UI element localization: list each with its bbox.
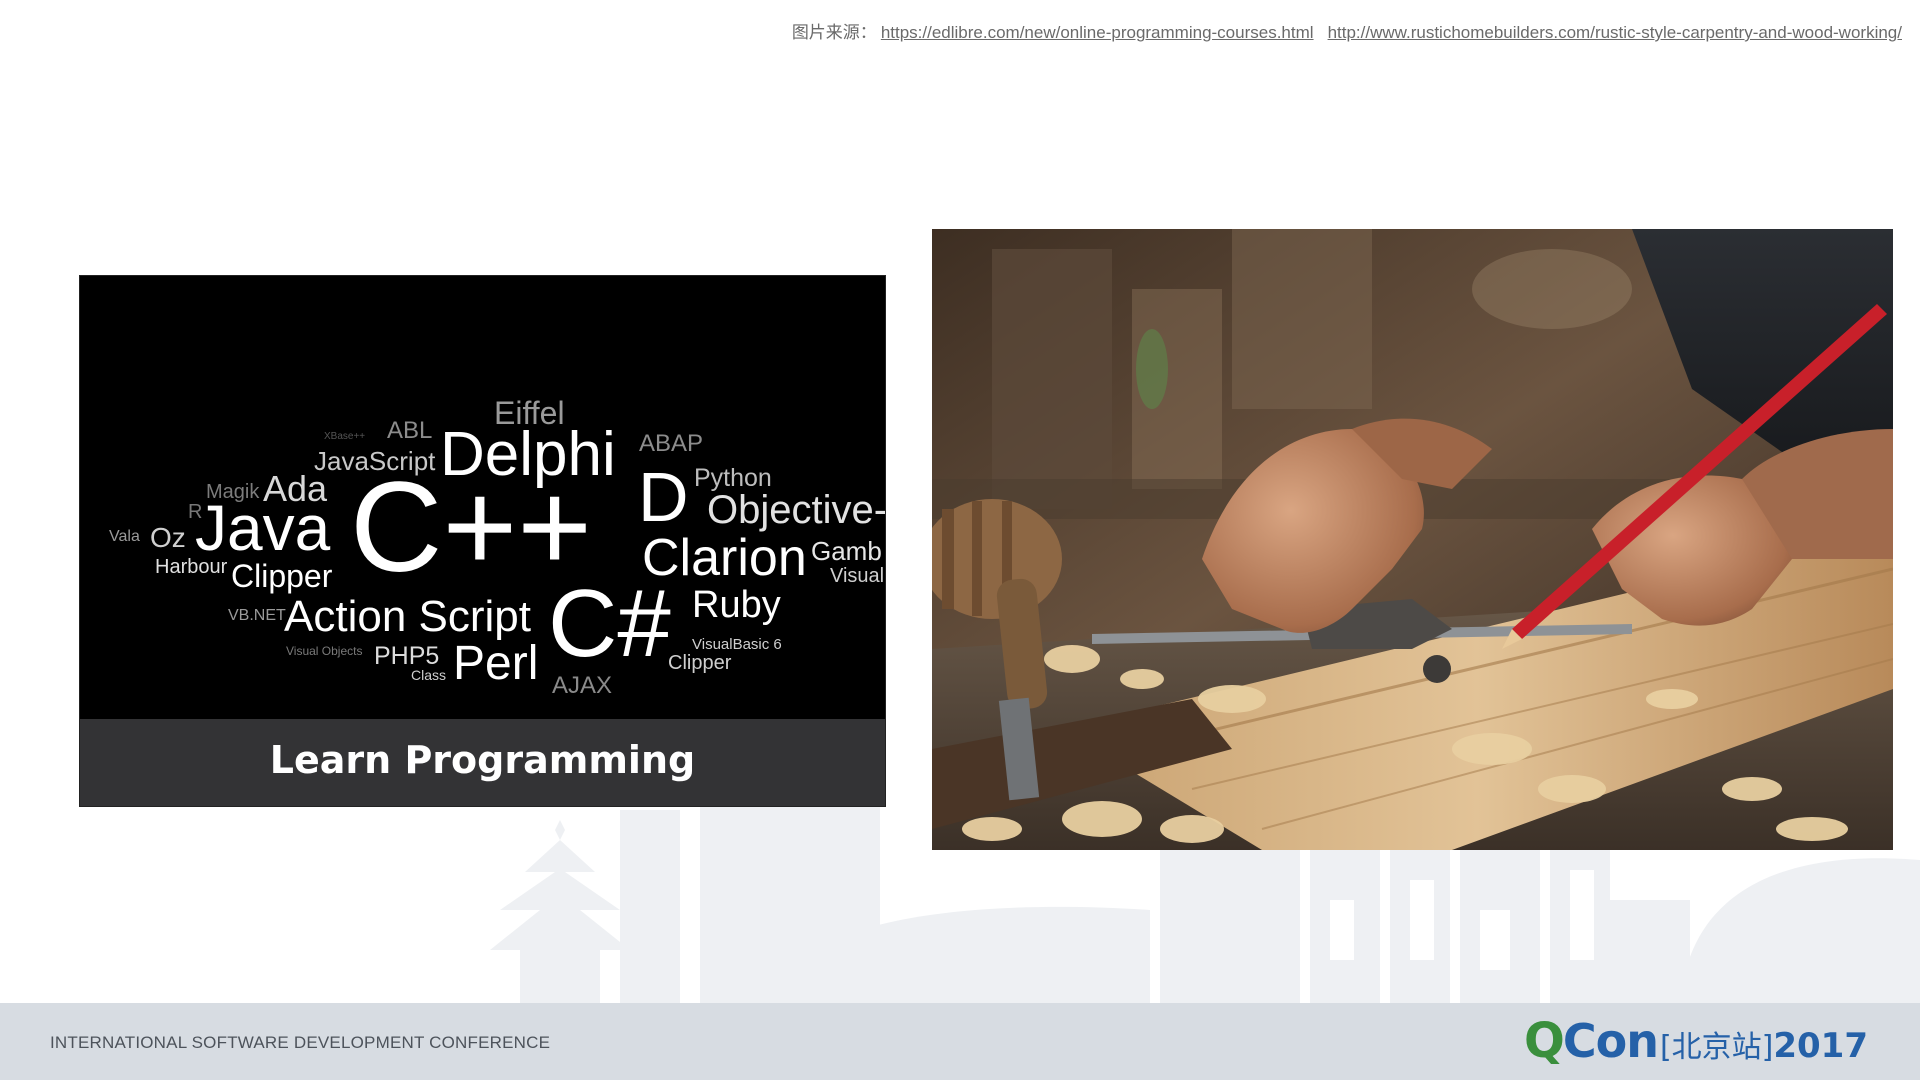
learn-programming-caption: Learn Programming [80,719,885,806]
word-csharp: C# [548,570,671,677]
word-vbnet: VB.NET [228,607,286,624]
word-abl: ABL [387,417,433,444]
conference-footer: INTERNATIONAL SOFTWARE DEVELOPMENT CONFE… [0,1003,1920,1080]
word-java: Java [195,492,331,564]
word-actionscript: Action Script [284,592,531,641]
word-objective: Objective- [707,488,885,532]
word-oz: Oz [150,522,186,553]
word-vala: Vala [109,528,140,545]
carpentry-photo [932,229,1893,850]
word-abap: ABAP [639,430,704,457]
word-xbase: XBase++ [324,431,366,442]
word-class: Class [411,667,447,683]
source-link-rustichomebuilders[interactable]: http://www.rustichomebuilders.com/rustic… [1328,23,1902,42]
word-clipper-small: Clipper [668,652,732,674]
language-word-cloud: XBase++ ABL Eiffel ABAP JavaScript Delph… [80,276,885,719]
word-ajax: AJAX [552,672,613,699]
conference-name: INTERNATIONAL SOFTWARE DEVELOPMENT CONFE… [50,1033,551,1052]
qcon-logo-q: Q [1524,1013,1565,1069]
qcon-logo-con: Con [1562,1014,1659,1068]
word-d: D [638,458,689,536]
word-visualbasic: VisualBasic 6 [692,636,782,653]
word-visualobjects: Visual Objects [286,644,363,658]
word-ruby: Ruby [692,584,781,626]
qcon-logo-year: 2017 [1773,1026,1868,1066]
qcon-logo-city: [北京站] [1659,1030,1774,1065]
qcon-logo: Q Con [北京站] 2017 [1524,1013,1868,1069]
source-prefix: 图片来源： [791,23,877,43]
word-gamb: Gamb [811,536,882,566]
word-clipper: Clipper [231,558,333,594]
word-perl: Perl [453,637,539,690]
word-harbour: Harbour [155,556,228,578]
word-visual: Visual [830,565,885,587]
word-php5: PHP5 [374,642,440,670]
learn-programming-image: XBase++ ABL Eiffel ABAP JavaScript Delph… [79,275,886,807]
image-source-line: 图片来源： https://edlibre.com/new/online-prog… [792,18,1902,43]
source-link-edlibre[interactable]: https://edlibre.com/new/online-programmi… [881,23,1314,42]
